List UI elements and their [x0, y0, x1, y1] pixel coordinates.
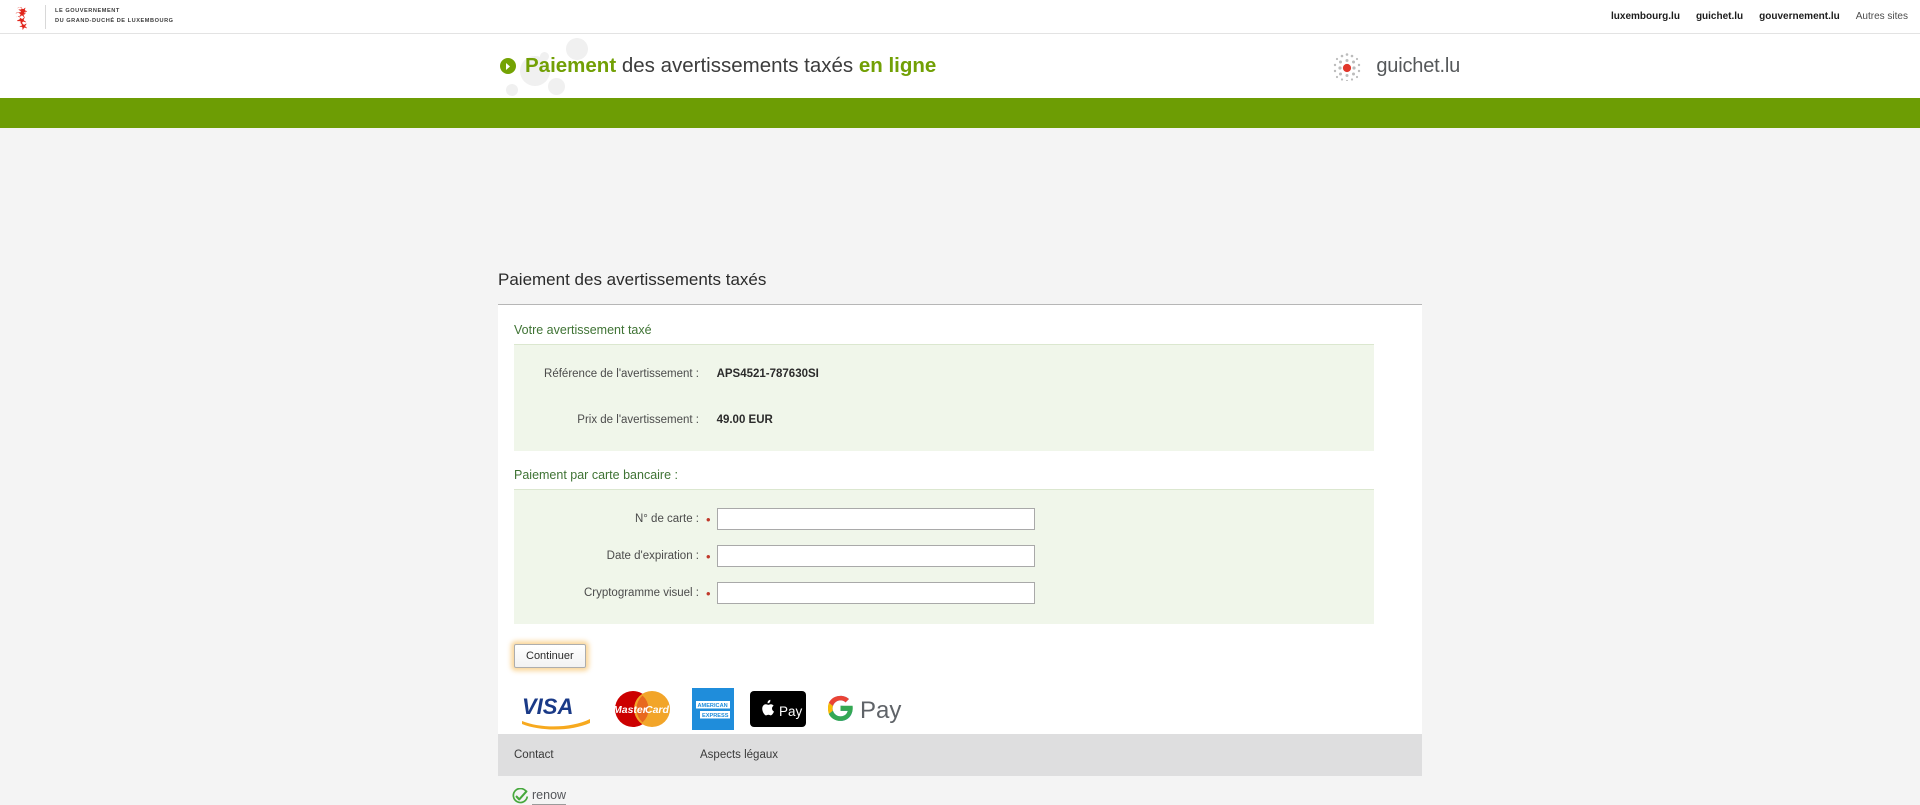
- footer-bar: Contact Aspects légaux: [498, 734, 1422, 776]
- apple-pay-logo: Pay: [750, 691, 806, 727]
- banner-title-part-1: Paiement: [525, 54, 617, 77]
- card-number-input[interactable]: [716, 508, 1035, 530]
- american-express-logo: AMERICAN EXPRESS: [692, 688, 734, 730]
- svg-text:Card: Card: [645, 704, 670, 716]
- crest-divider: [45, 4, 46, 29]
- site-banner: Paiement des avertissements taxés en lig…: [0, 34, 1920, 98]
- notice-label-price: Prix de l'avertissement :: [577, 414, 699, 426]
- banner-title-part-2: des avertissements taxés: [616, 54, 859, 77]
- expiry-date-input[interactable]: [716, 545, 1035, 567]
- page-canvas: Paiement des avertissements taxés Votre …: [0, 128, 1920, 805]
- banner-title-part-3: en ligne: [858, 54, 937, 77]
- renow-check-icon: [512, 788, 529, 804]
- mastercard-logo: Master Card: [613, 691, 670, 727]
- svg-text:VISA: VISA: [522, 694, 573, 719]
- continue-button[interactable]: Continuer: [514, 644, 586, 668]
- submit-row: Continuer: [498, 624, 1422, 668]
- footer-link-contact[interactable]: Contact: [498, 749, 700, 761]
- visa-logo: VISA: [522, 694, 590, 730]
- banner-title-text: Paiement des avertissements taxés en lig…: [525, 54, 936, 78]
- top-utility-bar: LE GOUVERNEMENT DU GRAND-DUCHÉ DE LUXEMB…: [0, 0, 1920, 34]
- notice-details-box: Référence de l'avertissement : • APS4521…: [514, 344, 1374, 451]
- government-line-1: LE GOUVERNEMENT: [55, 7, 120, 14]
- top-link-guichet-lu[interactable]: guichet.lu: [1696, 11, 1743, 22]
- top-link-autres-sites[interactable]: Autres sites: [1856, 11, 1908, 22]
- footer-link-legal[interactable]: Aspects légaux: [700, 749, 778, 761]
- renow-label: renow: [532, 788, 567, 805]
- svg-text:Pay: Pay: [860, 697, 901, 724]
- svg-text:Pay: Pay: [779, 704, 803, 719]
- field-row-card-number: N° de carte : •: [514, 504, 1374, 534]
- government-identity: LE GOUVERNEMENT DU GRAND-DUCHÉ DE LUXEMB…: [0, 4, 174, 30]
- label-cvv: Cryptogramme visuel :: [583, 587, 699, 599]
- guichet-dots-icon: [1334, 53, 1361, 81]
- notice-row-price: Prix de l'avertissement : • 49.00 EUR: [514, 405, 1374, 435]
- label-card-number: N° de carte :: [634, 513, 699, 525]
- green-accent-bar: [0, 98, 1920, 128]
- notice-row-reference: Référence de l'avertissement : • APS4521…: [514, 359, 1374, 389]
- guichet-brand[interactable]: guichet.lu: [1331, 51, 1460, 81]
- renow-badge[interactable]: renow: [512, 788, 567, 805]
- top-link-luxembourg-lu[interactable]: luxembourg.lu: [1611, 11, 1680, 22]
- banner-title: Paiement des avertissements taxés en lig…: [500, 54, 936, 78]
- required-marker: •: [706, 548, 711, 564]
- guichet-brand-name: guichet.lu: [1376, 54, 1460, 77]
- top-navigation-links: luxembourg.lu guichet.lu gouvernement.lu…: [1611, 11, 1920, 22]
- field-row-expiry-date: Date d'expiration : •: [514, 541, 1374, 571]
- notice-section-heading: Votre avertissement taxé: [514, 323, 652, 337]
- notice-value-price: 49.00 EUR: [716, 414, 773, 426]
- decorative-circle: [506, 84, 518, 96]
- government-line-2: DU GRAND-DUCHÉ DE LUXEMBOURG: [55, 17, 174, 24]
- luxembourg-lion-crest-icon: [15, 6, 28, 30]
- label-expiry-date: Date d'expiration :: [606, 550, 699, 562]
- svg-text:EXPRESS: EXPRESS: [702, 713, 729, 719]
- svg-text:Master: Master: [613, 704, 648, 716]
- cvv-input[interactable]: [716, 582, 1035, 604]
- page-title: Paiement des avertissements taxés: [498, 270, 767, 289]
- google-pay-logo: Pay: [828, 695, 901, 724]
- field-row-cvv: Cryptogramme visuel : •: [514, 578, 1374, 608]
- card-payment-box: N° de carte : • Date d'expiration : • Cr…: [514, 489, 1374, 624]
- government-wordmark: LE GOUVERNEMENT DU GRAND-DUCHÉ DE LUXEMB…: [55, 7, 174, 27]
- top-link-gouvernement-lu[interactable]: gouvernement.lu: [1759, 11, 1840, 22]
- notice-label-reference: Référence de l'avertissement :: [544, 368, 699, 380]
- payment-section-heading: Paiement par carte bancaire :: [514, 468, 678, 482]
- required-marker: •: [706, 585, 711, 601]
- decorative-circle: [548, 78, 565, 95]
- required-marker: •: [706, 511, 711, 527]
- content-panel: Votre avertissement taxé Référence de l'…: [498, 304, 1422, 756]
- chevron-right-circle-icon: [500, 58, 516, 74]
- notice-value-reference: APS4521-787630SI: [716, 368, 819, 380]
